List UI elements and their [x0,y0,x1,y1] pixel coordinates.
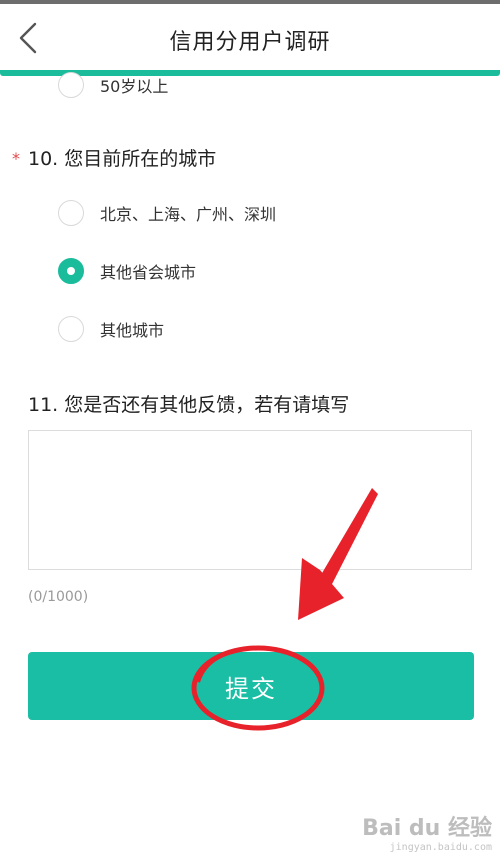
option-label: 50岁以上 [100,77,169,96]
radio-button[interactable] [58,72,84,98]
submit-label: 提交 [225,674,277,703]
watermark-url: jingyan.baidu.com [389,842,492,853]
radio-option-other-cities[interactable]: 其他城市 [58,314,164,344]
option-label: 北京、上海、广州、深圳 [100,205,277,224]
question-11-label: 11. 您是否还有其他反馈，若有请填写 [28,394,350,416]
submit-button[interactable]: 提交 [28,652,474,720]
option-label: 其他城市 [100,321,165,340]
radio-button[interactable] [58,200,84,226]
radio-dot [67,267,75,275]
watermark-brand: Bai du 经验 [362,816,492,841]
app-header: 信用分用户调研 [0,4,500,70]
radio-option-tier1-cities[interactable]: 北京、上海、广州、深圳 [58,198,276,228]
option-label: 其他省会城市 [100,263,197,282]
radio-button-selected[interactable] [58,258,84,284]
question-10-label: 10. 您目前所在的城市 [28,148,217,170]
page-title: 信用分用户调研 [169,30,331,55]
radio-option-provincial-capital[interactable]: 其他省会城市 [58,256,196,286]
feedback-textarea[interactable] [28,430,472,570]
radio-button[interactable] [58,316,84,342]
required-mark: * [12,149,20,168]
character-counter: (0/1000) [28,589,89,605]
watermark: Bai du 经验 jingyan.baidu.com [362,810,492,853]
radio-option-age-50-plus[interactable]: 50岁以上 [58,70,168,100]
